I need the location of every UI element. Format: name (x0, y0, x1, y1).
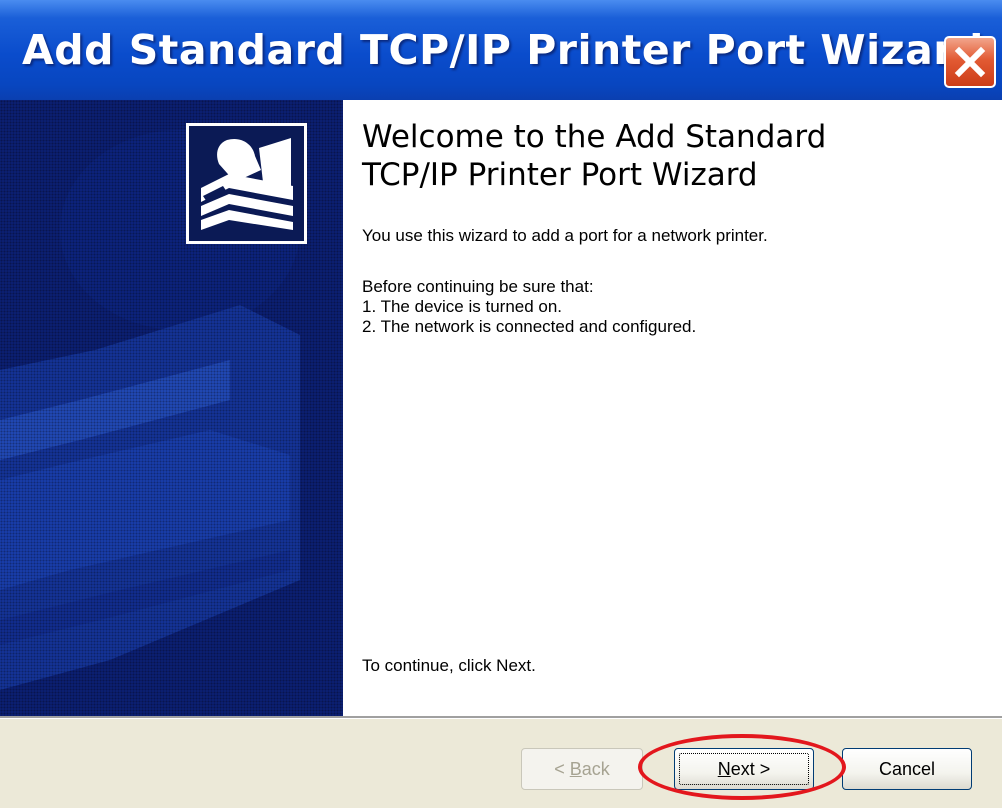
printer-wizard-icon (186, 123, 307, 244)
wizard-content: Welcome to the Add Standard TCP/IP Print… (343, 100, 1002, 716)
close-button[interactable] (944, 36, 996, 88)
page-title: Welcome to the Add Standard TCP/IP Print… (362, 118, 962, 194)
prerequisites: Before continuing be sure that: 1. The d… (362, 277, 696, 337)
next-button-highlight (638, 734, 846, 800)
back-button-label: < Back (554, 758, 610, 779)
close-icon (954, 46, 986, 78)
wizard-side-panel (0, 100, 343, 716)
title-bar: Add Standard TCP/IP Printer Port Wizard (0, 0, 1002, 100)
back-button[interactable]: < Back (521, 748, 643, 790)
window-title: Add Standard TCP/IP Printer Port Wizard (22, 26, 984, 74)
prerequisite-item: 2. The network is connected and configur… (362, 317, 697, 336)
prerequisites-heading: Before continuing be sure that: (362, 277, 594, 296)
cancel-button-label: Cancel (878, 758, 936, 779)
prerequisite-item: 1. The device is turned on. (362, 297, 563, 316)
intro-text: You use this wizard to add a port for a … (362, 226, 768, 245)
page-title-line-1: Welcome to the Add Standard (362, 119, 827, 155)
page-title-line-2: TCP/IP Printer Port Wizard (362, 157, 758, 193)
cancel-button[interactable]: Cancel (842, 748, 972, 790)
continue-hint: To continue, click Next. (362, 656, 536, 675)
